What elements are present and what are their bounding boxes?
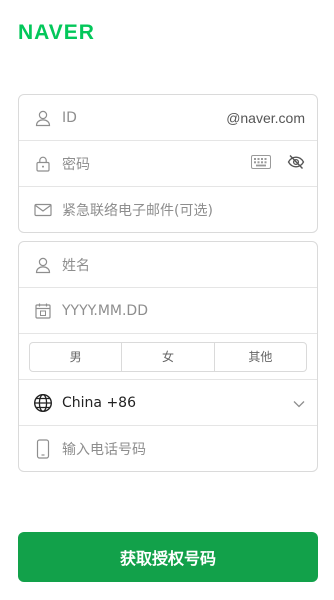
eye-slash-icon[interactable]: [287, 154, 305, 174]
calendar-icon: [32, 300, 54, 322]
lock-icon: [32, 153, 54, 175]
chevron-down-icon[interactable]: [293, 393, 305, 412]
password-input[interactable]: 密码: [62, 154, 251, 174]
keyboard-icon[interactable]: [251, 154, 271, 173]
name-input[interactable]: 姓名: [62, 255, 317, 275]
name-field[interactable]: 姓名: [19, 242, 317, 288]
gender-option-female[interactable]: 女: [122, 342, 215, 371]
birthdate-field[interactable]: YYYY.MM.DD: [19, 288, 317, 334]
account-fields-group: ID @naver.com 密码 紧急联络电子邮件(可选): [18, 94, 318, 233]
envelope-icon: [32, 199, 54, 221]
gender-option-other[interactable]: 其他: [215, 343, 306, 371]
email-field[interactable]: 紧急联络电子邮件(可选): [19, 187, 317, 232]
get-auth-code-button[interactable]: 获取授权号码: [18, 532, 318, 582]
country-code-value: China +86: [62, 394, 136, 411]
globe-icon: [32, 392, 54, 414]
email-input[interactable]: 紧急联络电子邮件(可选): [62, 200, 317, 220]
phone-icon: [32, 438, 54, 460]
id-domain-suffix: @naver.com: [226, 109, 305, 126]
person-icon: [32, 254, 54, 276]
phone-input[interactable]: 输入电话号码: [62, 439, 317, 459]
gender-option-male[interactable]: 男: [30, 342, 123, 371]
gender-selector: 男 女 其他: [29, 341, 307, 372]
password-field[interactable]: 密码: [19, 141, 317, 187]
naver-logo: NAVER: [18, 21, 95, 44]
phone-field[interactable]: 输入电话号码: [19, 426, 317, 472]
country-select[interactable]: China +86: [19, 380, 317, 426]
person-icon: [32, 107, 54, 129]
birthdate-input[interactable]: YYYY.MM.DD: [62, 303, 317, 319]
id-input[interactable]: ID: [62, 110, 226, 126]
id-field[interactable]: ID @naver.com: [19, 95, 317, 141]
profile-fields-group: 姓名 YYYY.MM.DD 男 女 其他 China +86 输入电话号码: [18, 241, 318, 472]
gender-row: 男 女 其他: [19, 334, 317, 380]
